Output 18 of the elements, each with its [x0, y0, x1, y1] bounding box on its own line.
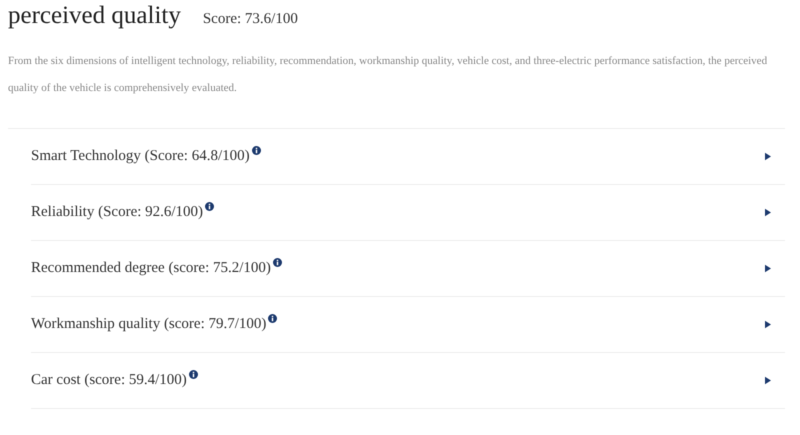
info-icon[interactable]: [272, 258, 282, 267]
description: From the six dimensions of intelligent technology, reliability, recommendation, workmanship quality, vehicle cost, and three-electric performance satisfaction, the perceived quality of the vehicle is comprehensively evaluated.: [8, 54, 768, 96]
dimension-label[interactable]: Reliability (Score: 92.6/100): [31, 204, 204, 221]
dimension-label[interactable]: Recommended degree (score: 75.2/100): [31, 260, 271, 277]
expand-arrow-icon[interactable]: [765, 152, 771, 161]
overall-score: Score: 73.6/100: [202, 11, 298, 28]
expand-arrow-icon[interactable]: [765, 376, 771, 385]
dimension-label[interactable]: Workmanship quality (score: 79.7/100): [31, 316, 266, 333]
section-title: perceived quality: [8, 2, 181, 30]
info-icon[interactable]: [205, 202, 214, 211]
info-icon[interactable]: [252, 146, 261, 155]
info-icon[interactable]: [268, 314, 278, 323]
expand-arrow-icon[interactable]: [765, 208, 771, 217]
dimension-label[interactable]: Smart Technology (Score: 64.8/100): [31, 148, 250, 165]
dimension-label[interactable]: Car cost (score: 59.4/100): [31, 372, 187, 389]
expand-arrow-icon[interactable]: [765, 320, 771, 329]
info-icon[interactable]: [188, 370, 198, 379]
expand-arrow-icon[interactable]: [765, 264, 771, 273]
